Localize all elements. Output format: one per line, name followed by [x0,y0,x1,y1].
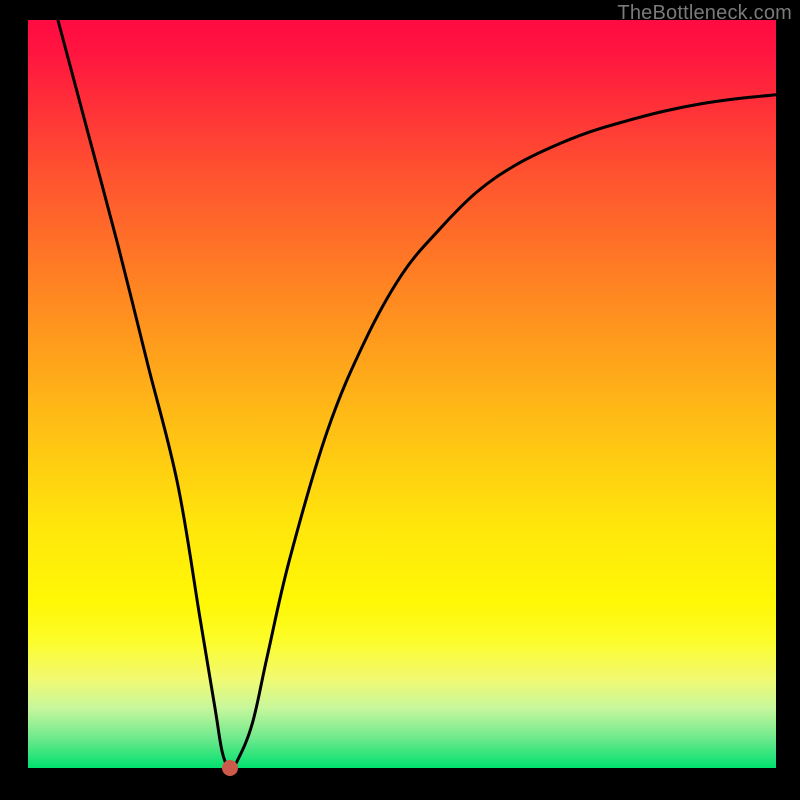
chart-frame [28,20,776,768]
watermark-text: TheBottleneck.com [617,2,792,25]
chart-curve-layer [28,20,776,768]
bottleneck-curve [58,20,776,769]
optimal-point-marker [222,760,238,776]
